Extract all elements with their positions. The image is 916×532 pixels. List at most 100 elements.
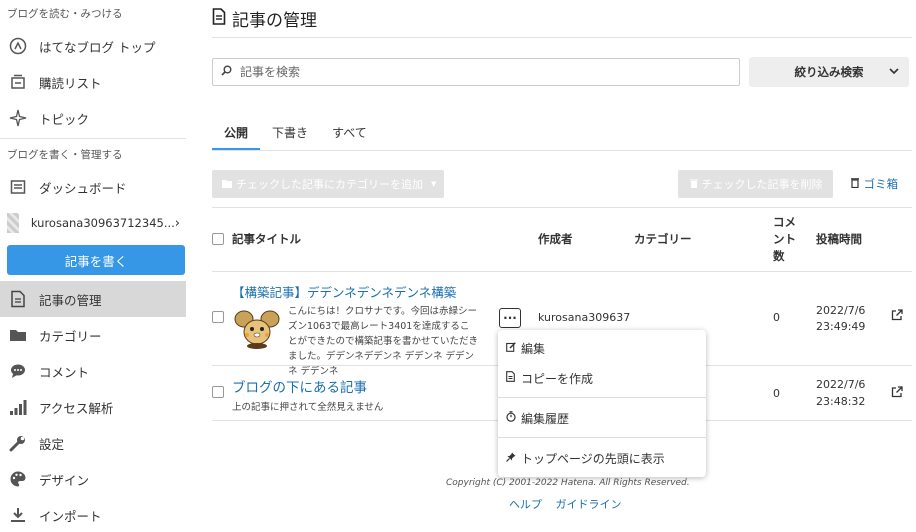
search-box[interactable]	[212, 58, 740, 86]
comment-icon	[7, 360, 29, 382]
menu-item-label: 編集履歴	[521, 411, 570, 426]
menu-divider	[498, 397, 706, 398]
search-icon	[221, 65, 232, 79]
sidebar-item-comments[interactable]: コメント	[0, 353, 186, 389]
sidebar-item-topics[interactable]: トピック	[0, 100, 186, 136]
import-icon	[7, 504, 29, 526]
header-posted: 投稿時間	[816, 232, 862, 246]
help-link[interactable]: ヘルプ	[509, 498, 542, 511]
sidebar-item-label: アクセス解析	[39, 400, 114, 416]
post-thumbnail	[234, 305, 280, 351]
bar-chart-icon	[7, 396, 29, 418]
pin-icon	[506, 452, 518, 465]
post-time: 23:48:32	[816, 395, 866, 408]
subscription-list-icon	[7, 71, 29, 93]
tab-published[interactable]: 公開	[212, 114, 261, 150]
sidebar-blog-selector[interactable]: kurosana30963712345... ›	[0, 205, 186, 241]
sidebar-item-import[interactable]: インポート	[0, 497, 186, 532]
sidebar-divider	[0, 138, 186, 139]
dashboard-icon	[7, 176, 29, 198]
sidebar-item-label: 設定	[39, 436, 65, 452]
wrench-icon	[7, 432, 29, 454]
palette-icon	[7, 468, 29, 490]
sidebar: ブログを読む・みつける はてなブログ トップ 購読リスト トピック ブログを書く…	[0, 0, 186, 532]
post-comment-count: 0	[773, 387, 780, 400]
post-author: kurosana309637	[538, 311, 631, 324]
delete-checked-button[interactable]: チェックした記事を削除	[678, 170, 833, 198]
hatena-circle-icon	[7, 35, 29, 57]
main-content: 記事の管理 絞り込み検索 公開 下書き すべて チェックした記事にカテゴリーを追…	[212, 0, 912, 532]
search-input[interactable]	[240, 65, 739, 79]
add-category-button[interactable]: チェックした記事にカテゴリーを追加 ▼	[212, 170, 444, 198]
trash-link-label: ゴミ箱	[863, 177, 899, 191]
document-icon	[7, 288, 29, 310]
document-icon	[212, 7, 226, 30]
post-excerpt: 上の記事に押されて全然見えません	[232, 402, 384, 413]
edit-icon	[506, 341, 518, 355]
row-checkbox[interactable]	[212, 386, 224, 398]
copy-document-icon	[506, 371, 518, 385]
filter-search-label: 絞り込み検索	[794, 65, 864, 79]
sidebar-item-label: 記事の管理	[39, 292, 102, 308]
title-divider	[212, 37, 912, 38]
more-actions-button[interactable]: ···	[499, 308, 521, 328]
chevron-down-icon	[889, 67, 899, 78]
sidebar-section-read: ブログを読む・みつける	[7, 8, 123, 20]
header-category: カテゴリー	[634, 232, 692, 246]
trash-link[interactable]: ゴミ箱	[850, 176, 898, 192]
sidebar-item-label: インポート	[39, 508, 102, 524]
external-link-icon[interactable]	[891, 309, 903, 325]
sidebar-item-design[interactable]: デザイン	[0, 461, 186, 497]
guideline-link[interactable]: ガイドライン	[556, 498, 622, 511]
post-title-link[interactable]: 【構築記事】デデンネデンネデンネ構築	[232, 282, 456, 301]
delete-checked-label: チェックした記事を削除	[701, 178, 823, 191]
sidebar-item-analytics[interactable]: アクセス解析	[0, 389, 186, 425]
sidebar-item-hatena-top[interactable]: はてなブログ トップ	[0, 28, 186, 64]
folder-icon	[222, 178, 232, 191]
blog-thumbnail	[7, 213, 19, 233]
post-date: 2022/7/6	[816, 304, 866, 317]
row-actions-menu: 編集 コピーを作成 編集履歴 トップページの先頭に表示	[498, 330, 706, 477]
page-title: 記事の管理	[212, 6, 317, 31]
sidebar-item-label: トピック	[39, 111, 90, 127]
menu-item-edit[interactable]: 編集	[498, 333, 706, 363]
sidebar-section-write: ブログを書く・管理する	[7, 149, 123, 161]
header-title: 記事タイトル	[232, 232, 301, 246]
add-category-label: チェックした記事にカテゴリーを追加	[236, 178, 423, 191]
sidebar-item-label: ダッシュボード	[39, 180, 127, 196]
write-article-button[interactable]: 記事を書く	[7, 245, 185, 275]
post-date: 2022/7/6	[816, 378, 866, 391]
sidebar-item-label: カテゴリー	[39, 328, 102, 344]
stopwatch-icon	[506, 411, 518, 425]
sidebar-item-label: デザイン	[39, 472, 90, 488]
menu-item-label: トップページの先頭に表示	[521, 451, 665, 466]
post-time: 23:49:49	[816, 320, 866, 333]
chevron-right-icon: ›	[174, 215, 180, 231]
menu-item-history[interactable]: 編集履歴	[498, 403, 706, 433]
page-title-text: 記事の管理	[232, 11, 317, 31]
sidebar-item-dashboard[interactable]: ダッシュボード	[0, 169, 186, 205]
caret-down-icon: ▼	[431, 180, 437, 188]
sidebar-item-manage-articles[interactable]: 記事の管理	[0, 281, 186, 317]
blog-name: kurosana30963712345...	[30, 216, 175, 230]
select-all-checkbox[interactable]	[212, 233, 224, 245]
sidebar-item-settings[interactable]: 設定	[0, 425, 186, 461]
header-author: 作成者	[538, 232, 573, 246]
row-checkbox[interactable]	[212, 311, 224, 323]
menu-item-pin-top[interactable]: トップページの先頭に表示	[498, 443, 706, 473]
footer-copyright: Copyright (C) 2001-2022 Hatena. All Righ…	[446, 478, 690, 488]
post-title-link[interactable]: ブログの下にある記事	[232, 376, 367, 396]
sidebar-item-subscriptions[interactable]: 購読リスト	[0, 64, 186, 100]
external-link-icon[interactable]	[891, 386, 903, 402]
filter-search-button[interactable]: 絞り込み検索	[749, 57, 909, 87]
article-tabs: 公開 下書き すべて	[212, 114, 912, 151]
sidebar-item-categories[interactable]: カテゴリー	[0, 317, 186, 353]
trash-icon	[850, 177, 864, 191]
tab-all[interactable]: すべて	[320, 114, 379, 150]
tab-drafts[interactable]: 下書き	[260, 114, 320, 150]
menu-item-copy[interactable]: コピーを作成	[498, 363, 706, 393]
ellipsis-icon: ···	[503, 311, 517, 325]
sidebar-item-label: コメント	[39, 364, 90, 380]
sidebar-item-label: はてなブログ トップ	[39, 39, 156, 55]
folder-icon	[7, 324, 29, 346]
